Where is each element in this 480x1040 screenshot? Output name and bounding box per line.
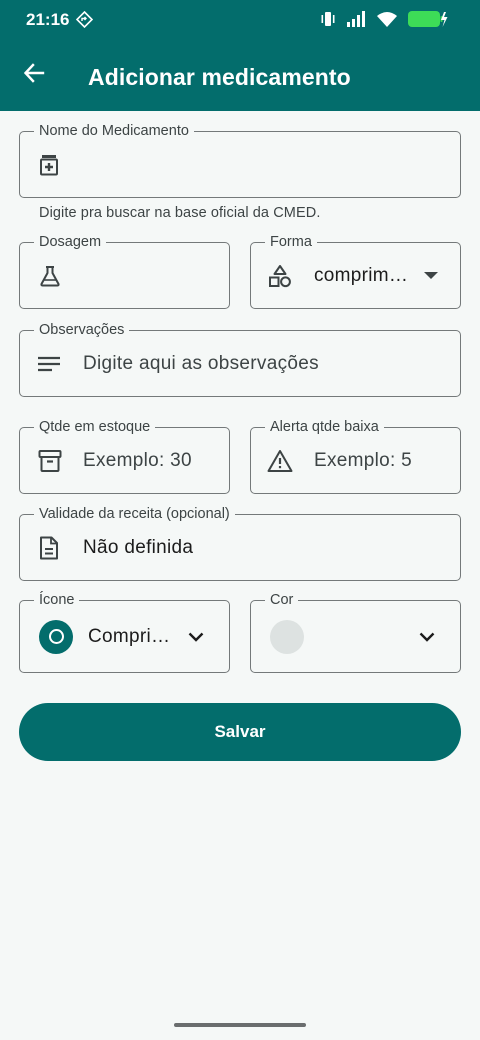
icon-select-label: Ícone [34, 591, 80, 609]
arrow-back-icon [23, 62, 45, 89]
form-type-select[interactable]: Forma comprim… [250, 233, 461, 309]
stock-qty-label: Qtde em estoque [34, 418, 156, 436]
low-stock-alert-label: Alerta qtde baixa [265, 418, 384, 436]
medication-name-label: Nome do Medicamento [34, 122, 194, 140]
chevron-down-icon [188, 632, 204, 642]
dosage-field[interactable]: Dosagem [19, 233, 230, 309]
color-swatch [270, 619, 304, 654]
color-select-label: Cor [265, 591, 299, 609]
back-button[interactable] [14, 55, 54, 95]
save-button[interactable]: Salvar [19, 703, 461, 761]
shapes-icon [268, 264, 292, 288]
stock-qty-placeholder: Exemplo: 30 [83, 449, 192, 471]
medication-name-field[interactable]: Nome do Medicamento [19, 122, 461, 198]
form-type-label: Forma [265, 233, 317, 251]
dropdown-arrow-icon [424, 271, 438, 280]
notes-label: Observações [34, 321, 130, 339]
notes-placeholder: Digite aqui as observações [83, 352, 319, 374]
prescription-validity-value: Não definida [83, 536, 194, 558]
stock-qty-field[interactable]: Qtde em estoque Exemplo: 30 [19, 418, 230, 494]
home-indicator[interactable] [174, 1023, 306, 1027]
status-bar: 21:16 [0, 0, 480, 40]
status-time: 21:16 [26, 10, 70, 29]
vibrate-icon [320, 10, 336, 33]
archive-icon [38, 449, 62, 473]
dosage-label: Dosagem [34, 233, 107, 251]
page-title: Adicionar medicamento [88, 64, 351, 90]
app-bar: Adicionar medicamento [0, 40, 480, 111]
notes-icon [38, 356, 60, 372]
warning-icon [267, 449, 293, 473]
low-stock-alert-field[interactable]: Alerta qtde baixa Exemplo: 5 [250, 418, 461, 494]
flask-icon [39, 265, 61, 287]
form-type-value: comprim… [314, 264, 409, 286]
wifi-icon [376, 10, 398, 33]
navigation-diamond-icon [75, 10, 94, 33]
prescription-validity-label: Validade da receita (opcional) [34, 505, 235, 523]
notes-field[interactable]: Observações Digite aqui as observações [19, 321, 461, 397]
icon-select-value: Compri… [88, 625, 171, 647]
icon-select[interactable]: Ícone Compri… [19, 591, 230, 673]
medication-helper-text: Digite pra buscar na base oficial da CME… [39, 205, 321, 221]
medication-icon [39, 154, 59, 176]
chevron-down-icon [419, 632, 435, 642]
prescription-validity-field[interactable]: Validade da receita (opcional) Não defin… [19, 505, 461, 581]
color-select[interactable]: Cor [250, 591, 461, 673]
signal-icon [346, 10, 366, 33]
pill-circle-icon [39, 619, 73, 654]
document-icon [39, 536, 59, 560]
battery-charging-icon [408, 10, 448, 33]
low-stock-alert-placeholder: Exemplo: 5 [314, 449, 413, 471]
